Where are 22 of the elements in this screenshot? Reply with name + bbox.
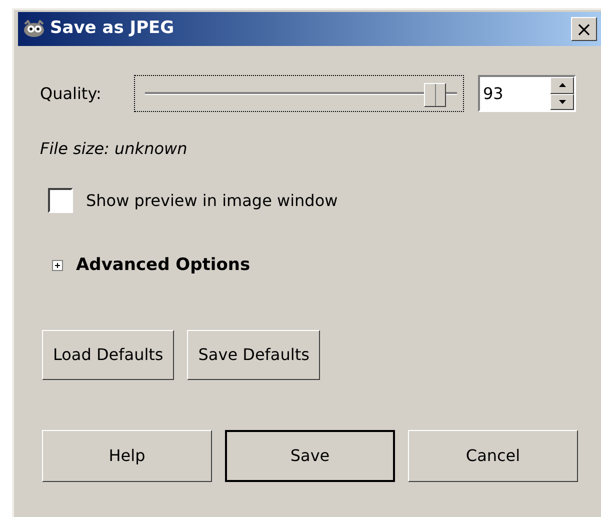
mascot-icon [21, 20, 47, 38]
quality-input[interactable]: 93 [480, 77, 550, 110]
preview-checkbox-label[interactable]: Show preview in image window [86, 188, 338, 212]
dialog-button[interactable]: Save [225, 430, 395, 482]
preview-checkbox[interactable] [48, 188, 73, 213]
advanced-options-expander[interactable]: Advanced Options [76, 253, 250, 278]
down-arrow-icon [558, 100, 566, 104]
slider-thumb[interactable] [424, 83, 446, 107]
close-button[interactable]: × [571, 17, 597, 41]
quality-slider[interactable] [134, 75, 464, 112]
quality-spinbox[interactable]: 93 [478, 75, 576, 112]
file-size-text: File size: unknown [40, 138, 188, 160]
dialog-button[interactable]: Cancel [408, 430, 578, 482]
quality-label: Quality: [40, 82, 102, 104]
spin-up-button[interactable] [550, 77, 574, 94]
expander-toggle[interactable] [52, 260, 63, 272]
dialog-button[interactable]: Help [42, 430, 212, 482]
defaults-button[interactable]: Load Defaults [42, 330, 174, 380]
defaults-button[interactable]: Save Defaults [187, 330, 320, 380]
spin-down-button[interactable] [550, 94, 574, 110]
up-arrow-icon [558, 83, 566, 88]
window-title: Save as JPEG [50, 17, 174, 40]
